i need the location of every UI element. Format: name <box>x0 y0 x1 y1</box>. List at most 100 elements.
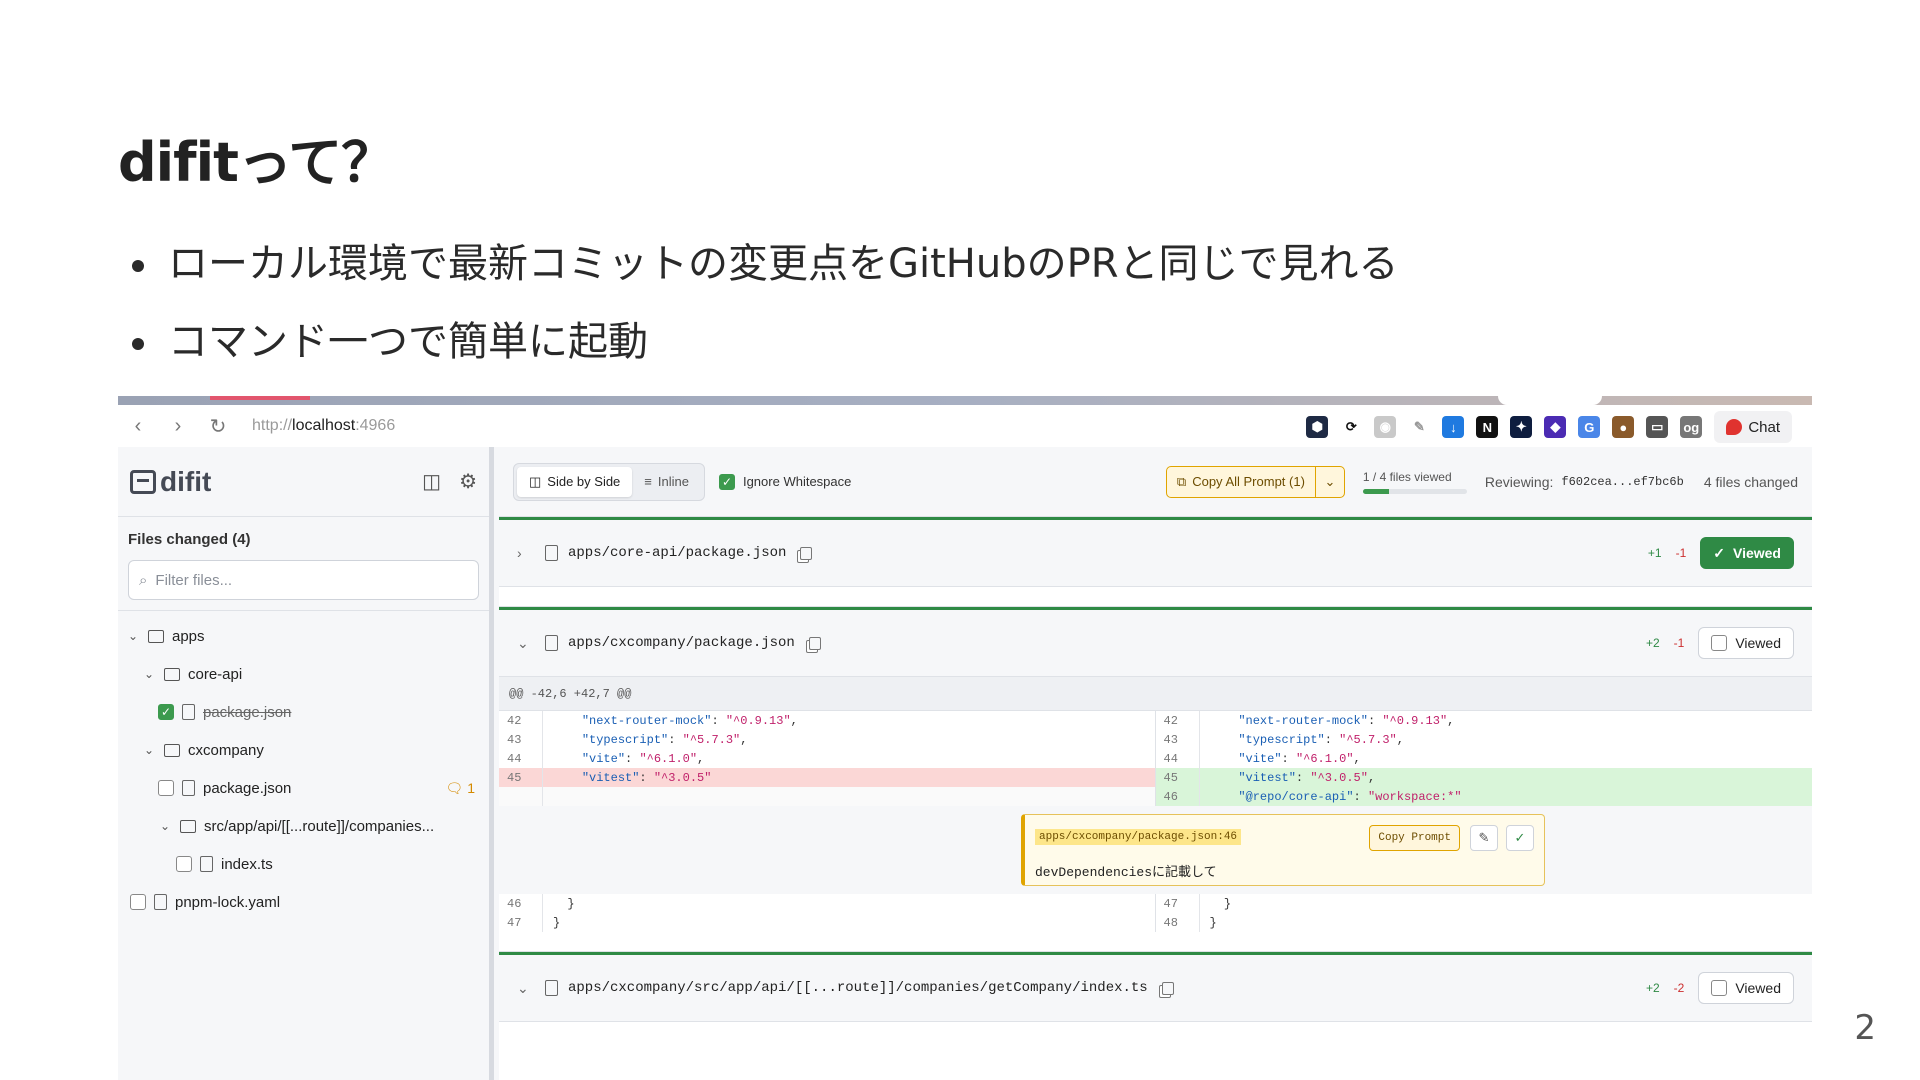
code: "vite": "^6.1.0", <box>1238 751 1361 766</box>
file-icon <box>545 545 558 561</box>
viewed-checkbox[interactable] <box>1711 635 1728 651</box>
files-changed-title: Files changed (4) <box>128 531 251 548</box>
tree-label: package.json <box>203 779 292 797</box>
diff-line: 46 } <box>499 894 1155 913</box>
viewed-checkbox[interactable] <box>158 780 174 796</box>
copy-icon: ⧉ <box>1176 473 1187 489</box>
folder-icon <box>164 667 180 681</box>
filter-files-input[interactable] <box>155 571 468 589</box>
chevron-down-icon[interactable]: ⌄ <box>1316 467 1344 497</box>
chevron-down-icon[interactable]: ⌄ <box>517 635 533 652</box>
viewed-checkbox[interactable] <box>176 856 192 872</box>
chat-button[interactable]: Chat <box>1714 411 1792 443</box>
file-icon <box>182 780 195 796</box>
side-by-side-button[interactable]: ◫ Side by Side <box>517 466 633 497</box>
columns-icon: ◫ <box>529 473 542 489</box>
extension-tv-icon[interactable]: ▭ <box>1646 416 1669 438</box>
files-viewed-progress: 1 / 4 files viewed <box>1362 470 1467 494</box>
cookie-icon[interactable]: ● <box>1612 416 1635 438</box>
forward-icon[interactable]: › <box>158 406 198 446</box>
json-key: "next-router-mock" <box>1238 713 1368 728</box>
ignore-whitespace-label: Ignore Whitespace <box>742 474 852 489</box>
extension-hex-icon[interactable]: ⬢ <box>1306 416 1329 438</box>
url-host: localhost <box>292 417 356 434</box>
chevron-down-icon[interactable]: ⌄ <box>158 819 172 833</box>
reload-icon[interactable]: ↻ <box>198 406 238 446</box>
copy-path-icon[interactable] <box>808 636 821 650</box>
tree-file-cxcompany-package-json[interactable]: package.json 🗨 1 <box>118 769 489 807</box>
settings-gear-icon[interactable]: ⚙ <box>459 469 477 494</box>
chevron-down-icon[interactable]: ⌄ <box>142 743 156 757</box>
edit-pencil-icon[interactable]: ✎ <box>1470 825 1498 851</box>
copy-prompt-button[interactable]: Copy Prompt <box>1369 825 1460 851</box>
diff-right: 42 "next-router-mock": "^0.9.13", 43 "ty… <box>1155 711 1812 806</box>
viewed-button[interactable]: Viewed <box>1698 627 1794 659</box>
json-key: "typescript" <box>1238 732 1325 747</box>
bullet-item: コマンド一つで簡単に起動 <box>132 314 1399 392</box>
extensions-bar: ⬢ ⟳ ◉ ✎ ↓ N ✦ ◆ G ● ▭ og Chat <box>1306 411 1792 443</box>
chevron-down-icon[interactable]: ⌄ <box>142 667 156 681</box>
tree-folder-route[interactable]: ⌄ src/app/api/[[...route]]/companies... <box>118 807 489 845</box>
json-key: "next-router-mock" <box>581 713 712 728</box>
commit-hash: f602cea...ef7bc6b <box>1561 474 1684 489</box>
json-value: "^0.9.13" <box>725 713 791 728</box>
ignore-whitespace-checkbox[interactable]: ✓ <box>718 473 735 490</box>
viewed-button[interactable]: ✓ Viewed <box>1700 537 1794 569</box>
viewed-button[interactable]: Viewed <box>1698 972 1794 1004</box>
notion-icon[interactable]: N <box>1476 416 1499 438</box>
tree-folder-apps[interactable]: ⌄ apps <box>118 617 489 655</box>
code: } <box>553 896 575 911</box>
chevron-right-icon[interactable]: › <box>517 545 533 561</box>
diff-line: 43 "typescript": "^5.7.3", <box>499 730 1155 749</box>
folder-icon <box>164 743 180 757</box>
download-icon[interactable]: ↓ <box>1442 416 1465 438</box>
url-bar[interactable]: http://localhost:4966 <box>252 417 395 435</box>
app-screenshot: ‹ › ↻ http://localhost:4966 ⬢ ⟳ ◉ ✎ ↓ N … <box>118 396 1812 1080</box>
viewed-checkbox[interactable]: ✓ <box>158 704 174 720</box>
copy-all-prompt-button[interactable]: ⧉ Copy All Prompt (1) ⌄ <box>1165 465 1345 498</box>
copy-all-label: Copy All Prompt (1) <box>1192 474 1305 489</box>
extension-react-icon[interactable]: ✦ <box>1510 416 1533 438</box>
code: "vitest": "^3.0.5", <box>1238 770 1376 785</box>
resolve-check-icon[interactable]: ✓ <box>1506 825 1534 851</box>
viewed-checkbox[interactable] <box>130 894 146 910</box>
file-icon <box>545 635 558 651</box>
json-value: "^5.7.3" <box>682 732 741 747</box>
collapse-sidebar-icon[interactable]: ◫ <box>422 469 441 494</box>
tree-file-pnpm-lock[interactable]: pnpm-lock.yaml <box>118 883 489 921</box>
comment-file-reference: apps/cxcompany/package.json:46 <box>1035 829 1242 845</box>
translate-icon[interactable]: G <box>1578 416 1601 438</box>
extension-og-icon[interactable]: og <box>1680 416 1703 438</box>
additions-count: +1 <box>1647 546 1662 560</box>
back-icon[interactable]: ‹ <box>118 406 158 446</box>
diff-line: 47 } <box>1156 894 1813 913</box>
sidebar-header-actions: ◫ ⚙ <box>422 469 477 494</box>
copy-all-prompt-main[interactable]: ⧉ Copy All Prompt (1) <box>1167 466 1316 497</box>
extension-hat-icon[interactable]: ◆ <box>1544 416 1567 438</box>
diff-right: 47 } 48} <box>1156 894 1813 932</box>
extension-sync-icon[interactable]: ⟳ <box>1340 416 1362 438</box>
tree-file-index-ts[interactable]: index.ts <box>118 845 489 883</box>
code: "typescript": "^5.7.3", <box>581 732 748 747</box>
tree-folder-cxcompany[interactable]: ⌄ cxcompany <box>118 731 489 769</box>
diff-line: 47} <box>499 913 1155 932</box>
app-name: difit <box>160 465 212 497</box>
viewed-checkbox[interactable] <box>1711 980 1728 996</box>
chevron-down-icon[interactable]: ⌄ <box>517 980 533 997</box>
line-number: 42 <box>1156 711 1200 730</box>
lines-icon: ≡ <box>644 474 652 489</box>
copy-path-icon[interactable] <box>800 546 813 560</box>
copy-path-icon[interactable] <box>1161 981 1174 995</box>
line-number: 43 <box>1156 730 1200 749</box>
reviewing-label: Reviewing: <box>1484 473 1554 490</box>
tree-file-core-api-package-json[interactable]: ✓ package.json <box>118 693 489 731</box>
tree-folder-core-api[interactable]: ⌄ core-api <box>118 655 489 693</box>
chevron-down-icon[interactable]: ⌄ <box>126 629 140 643</box>
camera-icon[interactable]: ◉ <box>1374 416 1397 438</box>
tree-label: apps <box>172 627 205 645</box>
inline-button[interactable]: ≡ Inline <box>632 467 701 497</box>
filter-files-field[interactable]: ⌕ <box>128 560 479 600</box>
extension-pen-icon[interactable]: ✎ <box>1408 416 1430 438</box>
file-spacer <box>499 932 1812 952</box>
ignore-whitespace-toggle[interactable]: ✓ Ignore Whitespace <box>718 473 852 490</box>
